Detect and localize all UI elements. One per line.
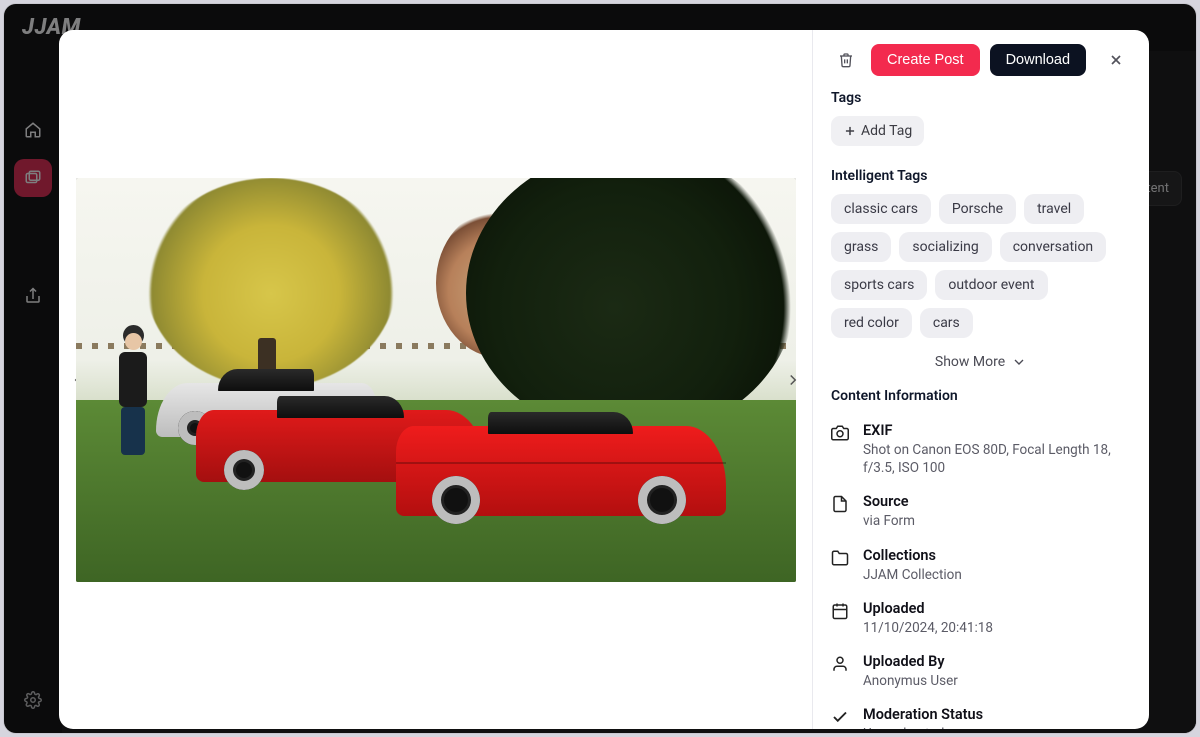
tag-chip[interactable]: outdoor event: [935, 270, 1047, 300]
tag-chip[interactable]: grass: [831, 232, 891, 262]
next-image-button[interactable]: [778, 365, 808, 395]
intelligent-tags-list: classic cars Porsche travel grass social…: [831, 194, 1131, 338]
trash-icon: [838, 52, 854, 68]
info-label: Source: [863, 493, 915, 510]
tag-chip[interactable]: socializing: [899, 232, 991, 262]
chevron-down-icon: [1011, 354, 1027, 370]
info-value: 11/10/2024, 20:41:18: [863, 619, 993, 637]
info-item-uploaded-by: Uploaded By Anonymus User: [831, 645, 1131, 698]
tag-chip[interactable]: classic cars: [831, 194, 931, 224]
calendar-icon: [831, 600, 851, 637]
info-label: Uploaded By: [863, 653, 958, 670]
tag-chip[interactable]: red color: [831, 308, 912, 338]
info-item-exif: EXIF Shot on Canon EOS 80D, Focal Length…: [831, 414, 1131, 485]
close-modal-button[interactable]: [1101, 45, 1131, 75]
tag-chip[interactable]: conversation: [1000, 232, 1106, 262]
content-info-list: EXIF Shot on Canon EOS 80D, Focal Length…: [831, 414, 1131, 729]
check-icon: [831, 706, 851, 729]
show-more-label: Show More: [935, 354, 1005, 370]
camera-icon: [831, 422, 851, 477]
image-viewer: [59, 30, 813, 729]
info-item-moderation: Moderation Status Unmoderated: [831, 698, 1131, 729]
tags-heading: Tags: [831, 90, 1131, 106]
media-detail-modal: Create Post Download Tags Add Tag Intell…: [59, 30, 1149, 729]
info-value: JJAM Collection: [863, 566, 962, 584]
delete-button[interactable]: [831, 45, 861, 75]
tag-chip[interactable]: cars: [920, 308, 973, 338]
info-item-uploaded: Uploaded 11/10/2024, 20:41:18: [831, 592, 1131, 645]
info-item-collections: Collections JJAM Collection: [831, 539, 1131, 592]
info-value: Anonymus User: [863, 672, 958, 690]
info-value: Shot on Canon EOS 80D, Focal Length 18, …: [863, 441, 1131, 477]
modal-overlay: Create Post Download Tags Add Tag Intell…: [4, 4, 1196, 733]
file-icon: [831, 493, 851, 530]
create-post-button[interactable]: Create Post: [871, 44, 980, 76]
info-value: via Form: [863, 512, 915, 530]
show-more-tags-button[interactable]: Show More: [831, 346, 1131, 374]
close-icon: [1108, 52, 1124, 68]
info-item-source: Source via Form: [831, 485, 1131, 538]
download-button[interactable]: Download: [990, 44, 1087, 76]
content-info-heading: Content Information: [831, 388, 1131, 404]
media-image: [76, 178, 796, 582]
tag-chip[interactable]: sports cars: [831, 270, 927, 300]
add-tag-label: Add Tag: [861, 123, 912, 139]
info-value: Unmoderated: [863, 725, 983, 729]
tag-chip[interactable]: travel: [1024, 194, 1084, 224]
detail-panel: Create Post Download Tags Add Tag Intell…: [813, 30, 1149, 729]
info-label: Uploaded: [863, 600, 993, 617]
user-icon: [831, 653, 851, 690]
plus-icon: [843, 124, 857, 138]
info-label: Collections: [863, 547, 962, 564]
tag-chip[interactable]: Porsche: [939, 194, 1016, 224]
info-label: Moderation Status: [863, 706, 983, 723]
info-label: EXIF: [863, 422, 1131, 439]
folder-icon: [831, 547, 851, 584]
intelligent-tags-heading: Intelligent Tags: [831, 168, 1131, 184]
add-tag-button[interactable]: Add Tag: [831, 116, 924, 146]
